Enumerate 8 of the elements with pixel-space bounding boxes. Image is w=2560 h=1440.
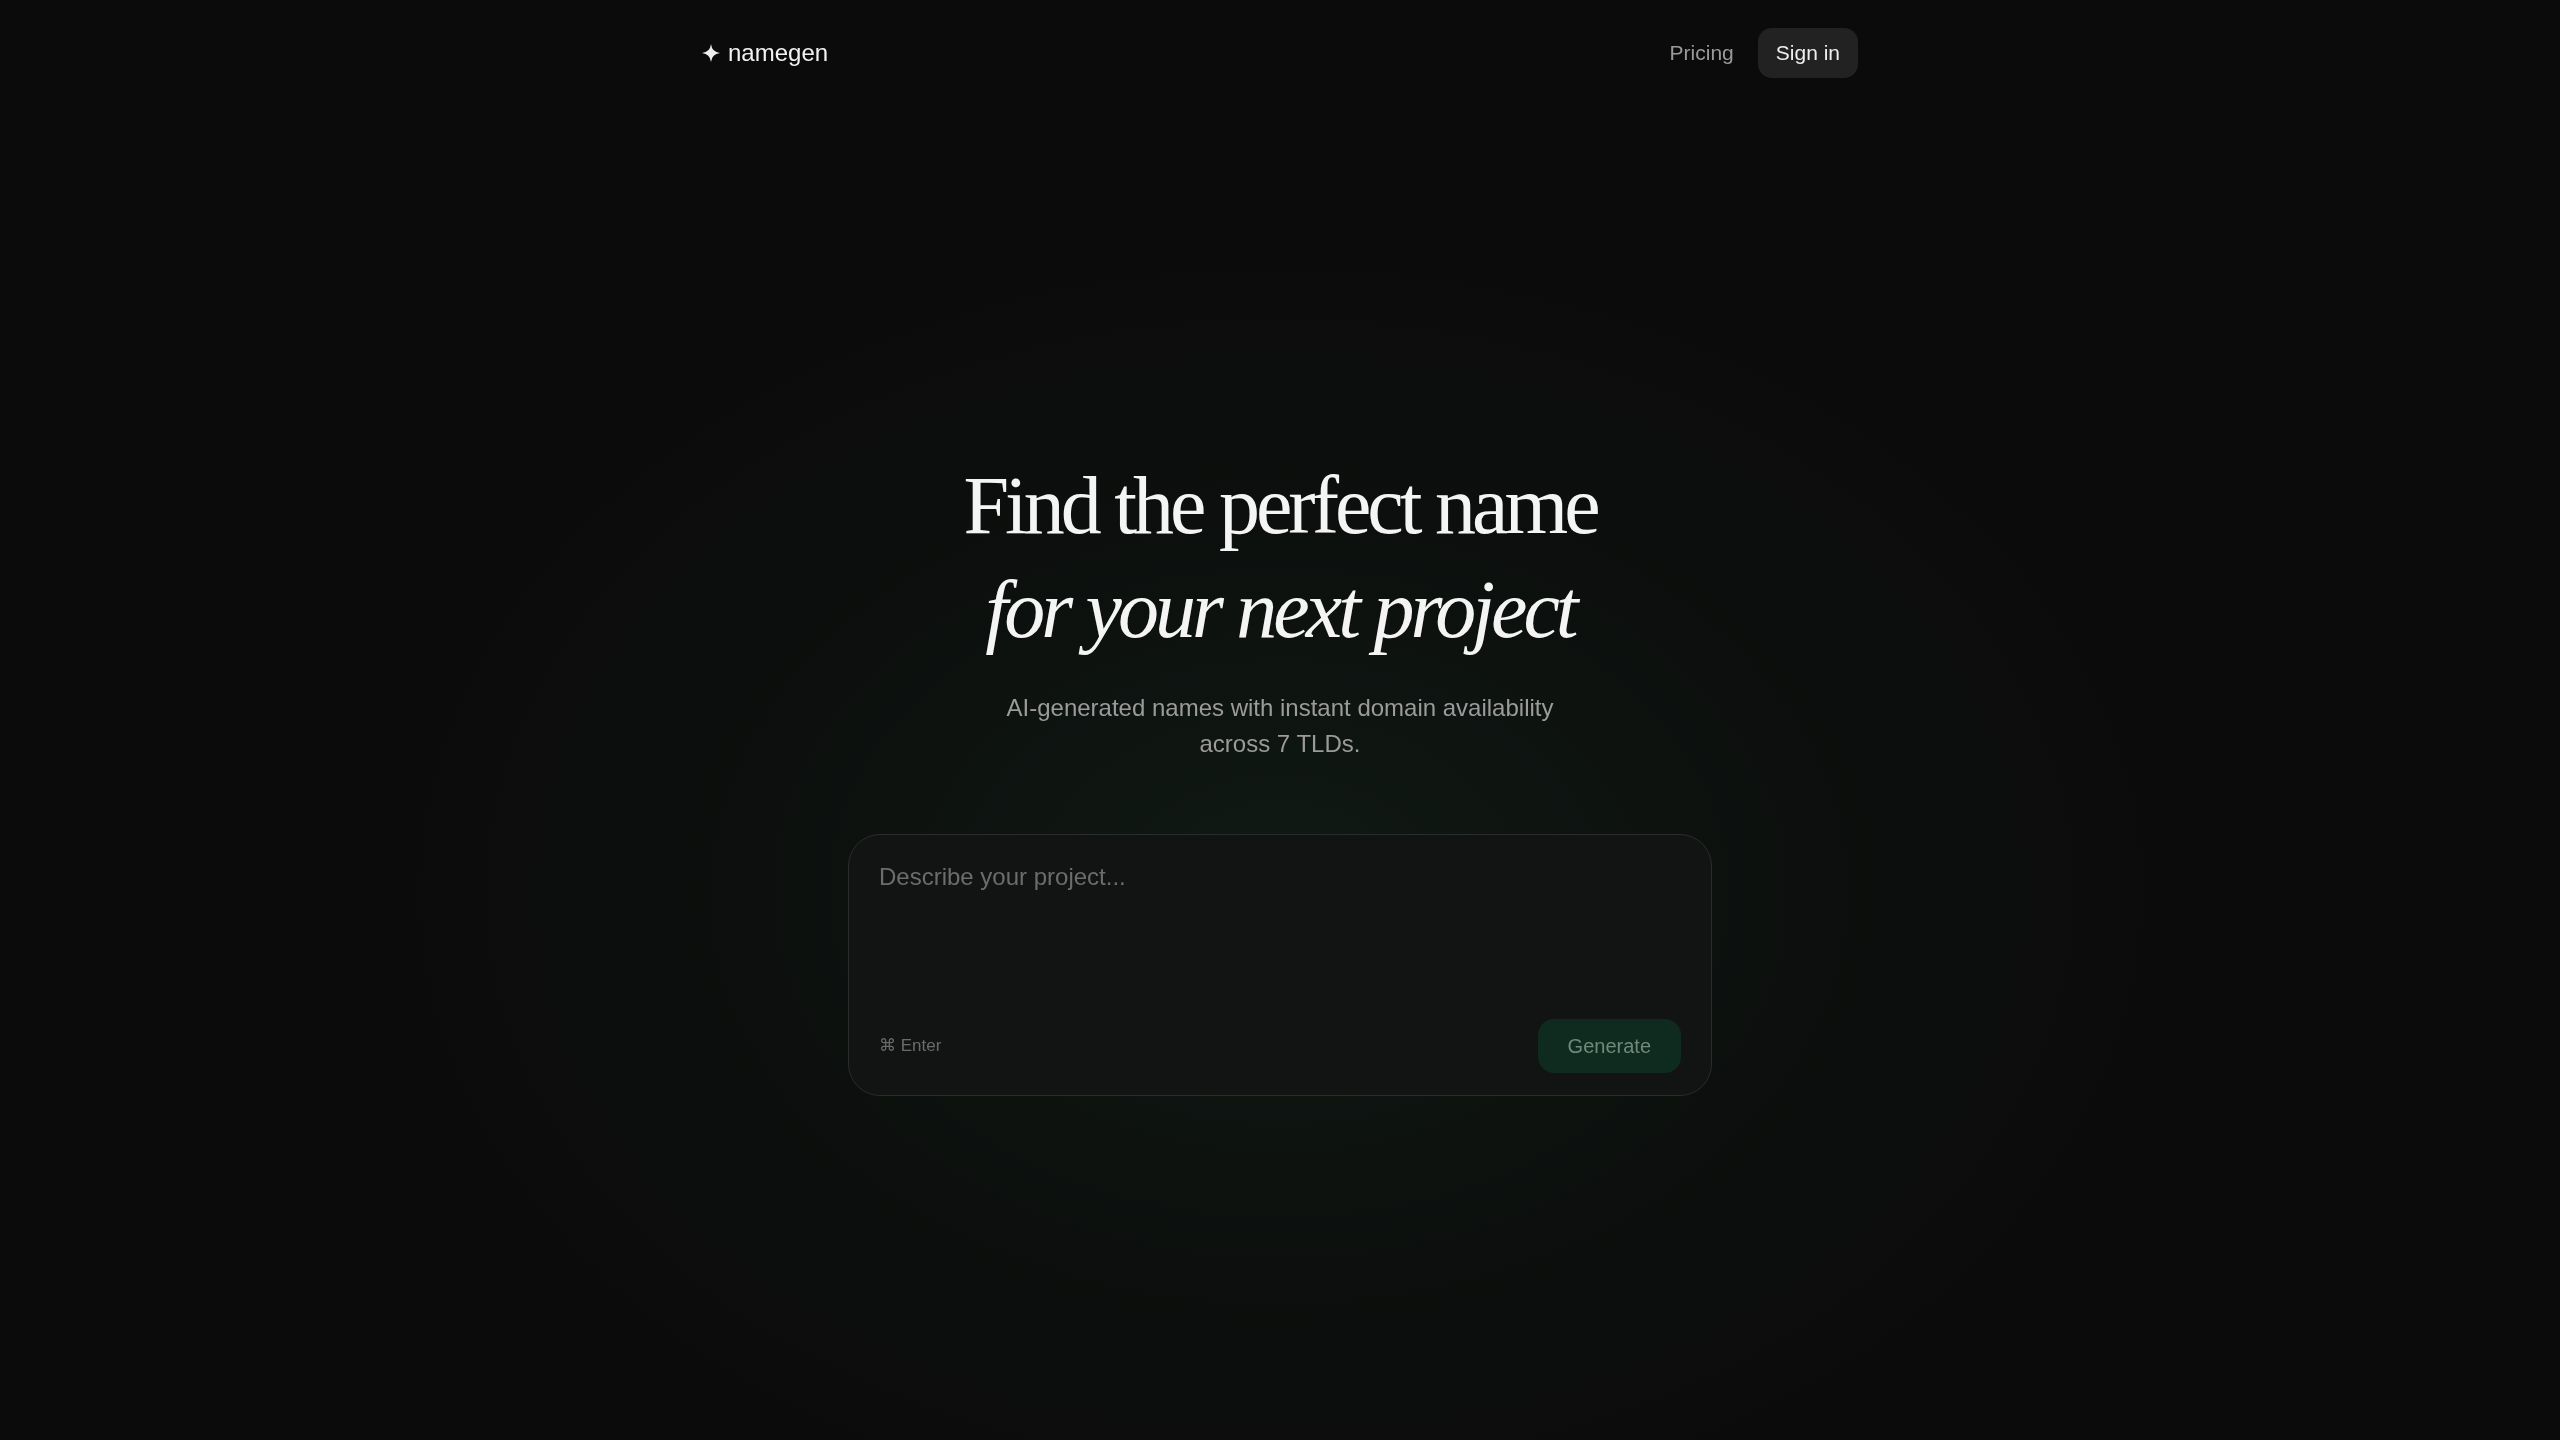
headline: for your next project [702, 558, 1858, 662]
sign-in-button[interactable]: Sign in [1757, 28, 1858, 78]
subtitle: AI-generated names with instant domain availability across 7 TLDs. [1005, 693, 1555, 759]
sparkle-icon [702, 44, 720, 62]
headline: Find the perfect name [962, 459, 1599, 553]
shortcut-hint: ⌘ Enter [879, 1035, 942, 1058]
nav-link[interactable]: Pricing [1669, 37, 1734, 69]
brand-name[interactable]: namegen [728, 35, 829, 71]
